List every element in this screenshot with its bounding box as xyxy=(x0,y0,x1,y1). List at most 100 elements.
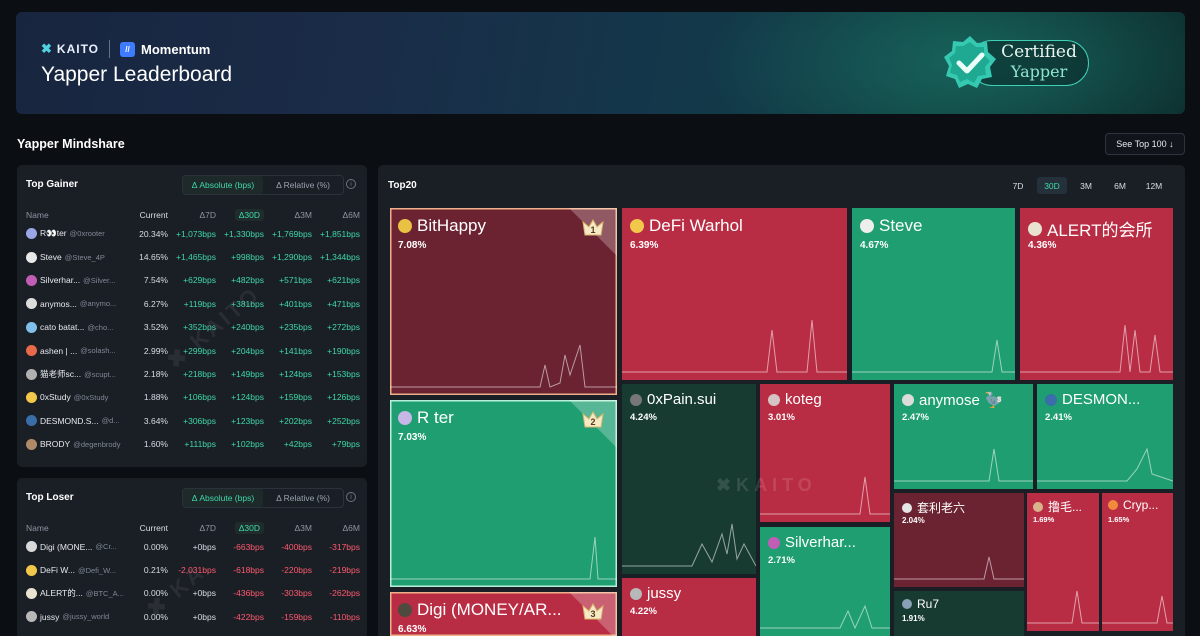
kaito-watermark: ✖KAITO xyxy=(716,475,817,495)
col-current[interactable]: Current xyxy=(130,523,168,533)
kaito-logo[interactable]: ✖ KAITO xyxy=(41,41,99,57)
top-loser-panel: Top Loser Δ Absolute (bps) Δ Relative (%… xyxy=(17,478,367,636)
info-icon[interactable]: i xyxy=(346,492,356,502)
d30-value: -422bps xyxy=(233,611,264,622)
row-name-cell: anymos... @anymo... xyxy=(26,298,130,310)
avatar xyxy=(1108,500,1118,510)
avatar xyxy=(902,599,912,609)
absolute-toggle[interactable]: Δ Absolute (bps) xyxy=(183,489,263,507)
treemap-tile[interactable]: koteg 3.01% xyxy=(760,384,890,522)
avatar xyxy=(1033,501,1043,512)
table-row[interactable]: BRODY @degenbrody 1.60% +111bps +102bps +42bp… xyxy=(26,433,361,456)
treemap-tile[interactable]: ALERT的会所 4.36% xyxy=(1020,208,1173,380)
tile-name-row: 0xPain.sui xyxy=(630,391,716,408)
treemap-tile[interactable]: Ru7 1.91% xyxy=(894,591,1024,636)
d3m-value: +571bps xyxy=(279,275,312,286)
top-loser-title: Top Loser xyxy=(26,492,74,503)
col-d6m[interactable]: Δ6M xyxy=(312,210,361,220)
current-value: 0.00% xyxy=(143,541,168,552)
tile-percent: 1.65% xyxy=(1108,515,1130,524)
yapper-name: 猫老师sc... xyxy=(40,369,82,380)
see-top-100-button[interactable]: See Top 100 ↓ xyxy=(1105,133,1185,155)
table-row[interactable]: Silverhar... @Silver... 7.54% +629bps +482bp… xyxy=(26,269,361,292)
avatar xyxy=(1028,221,1042,236)
table-row[interactable]: jussy @jussy_world 0.00% +0bps -422bps -159bp… xyxy=(26,605,361,628)
d6m-value: +272bps xyxy=(327,322,360,333)
col-d7[interactable]: Δ7D xyxy=(168,210,216,220)
current-value: 0.21% xyxy=(143,565,168,576)
col-d30[interactable]: Δ30D xyxy=(216,522,264,534)
treemap-tile[interactable]: Steve 4.67% xyxy=(852,208,1015,380)
yapper-handle: @solash... xyxy=(80,346,116,356)
absolute-toggle[interactable]: Δ Absolute (bps) xyxy=(183,176,263,194)
col-d7[interactable]: Δ7D xyxy=(168,523,216,533)
col-d30[interactable]: Δ30D xyxy=(216,209,264,221)
yapper-handle: @jussy_world xyxy=(62,612,110,622)
col-d3m[interactable]: Δ3M xyxy=(264,523,313,533)
treemap-tile[interactable]: R ter 7.03% 2 xyxy=(390,400,617,587)
d30-value: +149bps xyxy=(231,369,264,380)
row-name-cell: R👀ter @0xrooter xyxy=(26,228,130,240)
treemap-tile[interactable]: 撸毛... 1.69% xyxy=(1027,493,1099,631)
d30-value: +124bps xyxy=(231,392,264,403)
avatar xyxy=(26,274,37,286)
relative-toggle[interactable]: Δ Relative (%) xyxy=(263,489,343,507)
tile-percent: 4.36% xyxy=(1028,240,1057,251)
yapper-name: BRODY xyxy=(40,439,71,450)
table-row[interactable]: anymos... @anymo... 6.27% +119bps +381bps +40… xyxy=(26,292,361,315)
row-name-cell: ALERT的... @BTC_A... xyxy=(26,587,130,599)
d30-value: +482bps xyxy=(231,275,264,286)
table-row[interactable]: R👀ter @0xrooter 20.34% +1,073bps +1,330bps +1… xyxy=(26,222,361,245)
col-current[interactable]: Current xyxy=(130,210,168,220)
period-6m[interactable]: 6M xyxy=(1105,177,1135,194)
yapper-name: cato batat... xyxy=(40,322,85,333)
treemap-tile[interactable]: BitHappy 7.08% 1 xyxy=(390,208,617,395)
table-row[interactable]: 0xStudy @0xStudy 1.88% +106bps +124bps +159bp… xyxy=(26,386,361,409)
page-title: Yapper Leaderboard xyxy=(41,63,233,86)
treemap-tile[interactable]: DeFi Warhol 6.39% xyxy=(622,208,847,380)
momentum-logo[interactable]: // Momentum xyxy=(120,41,210,57)
treemap-tile[interactable]: Digi (MONEY/AR... 6.63% 3 xyxy=(390,592,617,636)
avatar xyxy=(26,321,37,333)
d6m-value: +1,344bps xyxy=(320,252,360,263)
tile-name-row: Digi (MONEY/AR... xyxy=(398,600,562,620)
col-d6m[interactable]: Δ6M xyxy=(312,523,361,533)
avatar xyxy=(768,536,780,549)
treemap-tile[interactable]: 套利老六 2.04% xyxy=(894,493,1024,587)
period-selector: 7D 30D 3M 6M 12M xyxy=(1003,177,1169,194)
info-icon[interactable]: i xyxy=(346,179,356,189)
tile-name: Silverhar... xyxy=(785,534,856,551)
tile-name: 撸毛... xyxy=(1048,500,1083,514)
yapper-name: ashen | ... xyxy=(40,345,78,356)
treemap-tile[interactable]: jussy 4.22% xyxy=(622,578,756,636)
current-value: 2.18% xyxy=(143,369,168,380)
treemap-tile[interactable]: Cryp... 1.65% xyxy=(1102,493,1173,631)
col-name[interactable]: Name xyxy=(26,523,130,533)
rank-number: 2 xyxy=(590,417,595,427)
period-30d[interactable]: 30D xyxy=(1037,177,1067,194)
period-7d[interactable]: 7D xyxy=(1003,177,1033,194)
yapper-name: Digi (MONE... xyxy=(40,541,93,552)
table-row[interactable]: Digi (MONE... @Cr... 0.00% +0bps -663bps -400… xyxy=(26,535,361,558)
d7-value: +0bps xyxy=(192,611,216,622)
current-value: 1.60% xyxy=(143,439,168,450)
col-name[interactable]: Name xyxy=(26,210,130,220)
treemap-tile[interactable]: Silverhar... 2.71% xyxy=(760,527,890,636)
table-row[interactable]: DESMOND.S... @d... 3.64% +306bps +123bps +202… xyxy=(26,409,361,432)
top-gainer-title: Top Gainer xyxy=(26,179,79,190)
treemap-tile[interactable]: DESMON... 2.41% xyxy=(1037,384,1173,489)
period-12m[interactable]: 12M xyxy=(1139,177,1169,194)
d3m-value: +202bps xyxy=(279,415,312,426)
d30-value: -663bps xyxy=(233,541,264,552)
yapper-handle: @degenbrody xyxy=(73,439,121,449)
treemap-tile[interactable]: anymose 🦤 2.47% xyxy=(894,384,1033,489)
tile-name-row: BitHappy xyxy=(398,216,486,236)
yapper-name: DeFi W... xyxy=(40,565,75,576)
col-d3m[interactable]: Δ3M xyxy=(264,210,313,220)
tile-name: koteg xyxy=(785,391,822,408)
period-3m[interactable]: 3M xyxy=(1071,177,1101,194)
table-row[interactable]: Steve @Steve_4P 14.65% +1,465bps +998bps +1,2… xyxy=(26,245,361,268)
relative-toggle[interactable]: Δ Relative (%) xyxy=(263,176,343,194)
table-row[interactable]: 猫老师sc... @scupt... 2.18% +218bps +149bps +124… xyxy=(26,362,361,385)
avatar xyxy=(26,415,37,427)
